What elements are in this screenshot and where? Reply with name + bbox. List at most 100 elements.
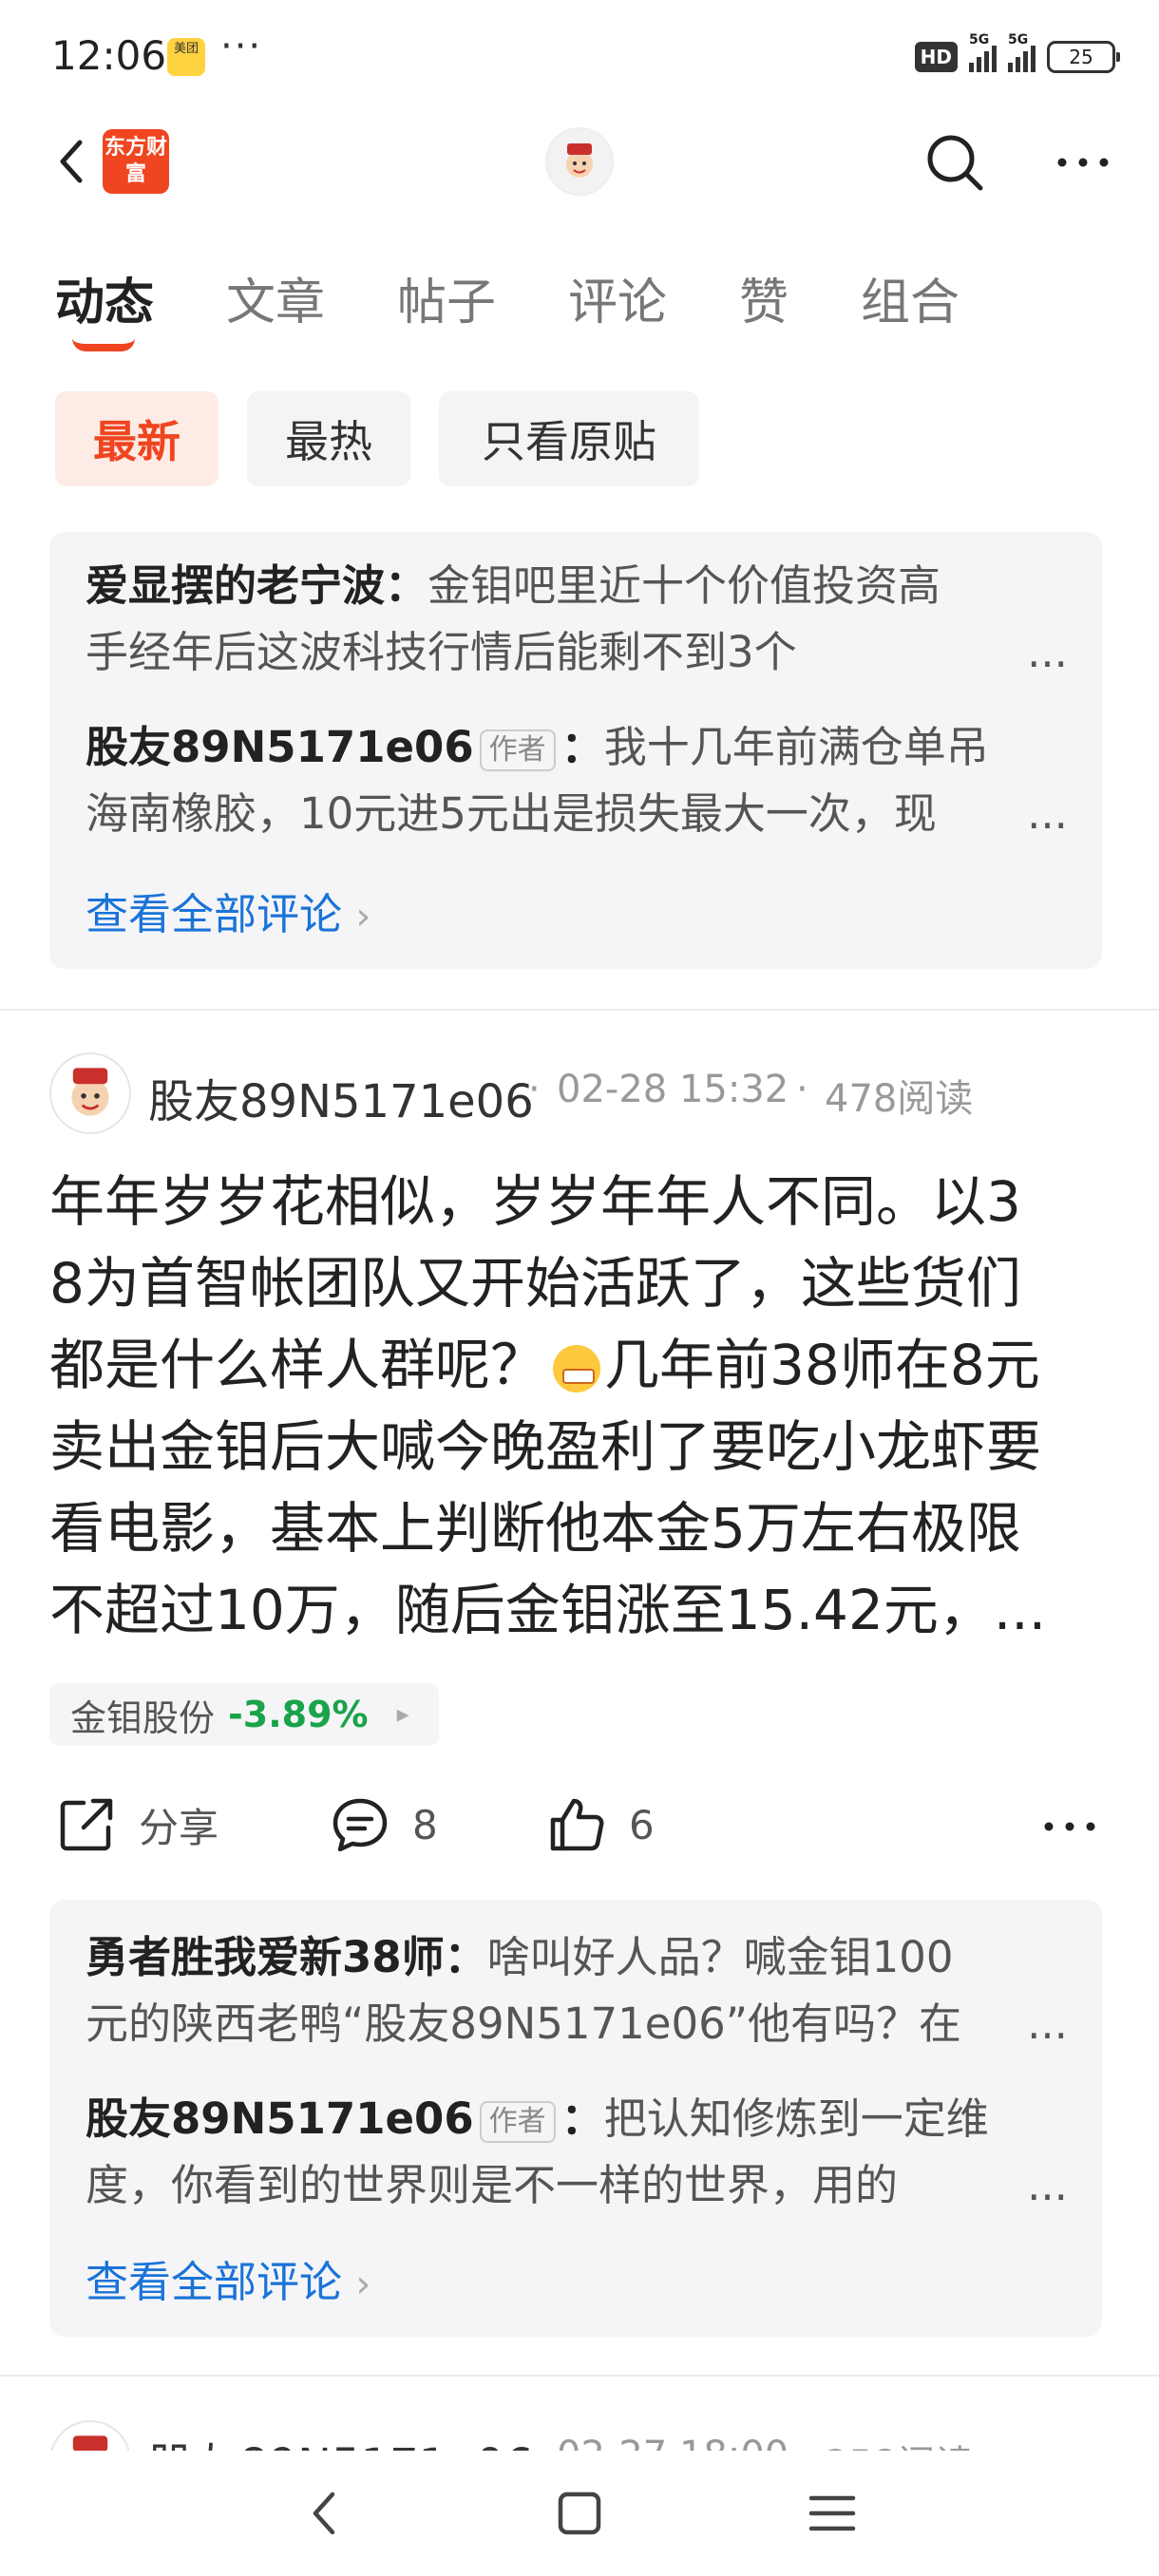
status-indicators: HD 5G 5G 25 bbox=[914, 32, 1120, 78]
user-avatar[interactable] bbox=[545, 127, 614, 196]
system-navigation-bar bbox=[0, 2451, 1159, 2576]
meta-separator: · bbox=[528, 1068, 541, 1111]
chevron-right-icon: › bbox=[355, 895, 371, 938]
comment-item-continued[interactable]: 元的陕西老鸭“股友89N5171e06”他有吗？在 ... bbox=[86, 1991, 1074, 2057]
filter-latest[interactable]: 最新 bbox=[55, 391, 218, 486]
status-bar: 12:06 美团 ··· HD 5G 5G 25 bbox=[0, 0, 1159, 114]
comment-text: 手经年后这波科技行情后能剩不到3个 bbox=[86, 627, 797, 677]
hd-voice-icon: HD bbox=[914, 42, 958, 72]
colon: ： bbox=[560, 2093, 604, 2144]
post-text: 几年前38师在8元 bbox=[604, 1333, 1040, 1397]
reply-item-continued[interactable]: 度，你看到的世界则是不一样的世界，用的 ... bbox=[86, 2152, 1074, 2219]
filter-original-only[interactable]: 只看原贴 bbox=[439, 391, 699, 486]
nav-back-icon[interactable] bbox=[296, 2485, 353, 2542]
ellipsis: ... bbox=[1027, 627, 1068, 677]
comment-bubble-icon bbox=[332, 1798, 388, 1852]
share-label: 分享 bbox=[139, 1804, 219, 1851]
post-read-count: 478阅读 bbox=[825, 1077, 974, 1121]
author-badge: 作者 bbox=[479, 729, 556, 771]
stock-name: 金钼股份 bbox=[70, 1696, 216, 1739]
commenter-name[interactable]: 勇者胜我爱新38师： bbox=[86, 1932, 487, 1982]
play-arrow-icon: ▸ bbox=[396, 1700, 409, 1729]
comment-text: 海南橡胶，10元进5元出是损失最大一次，现 bbox=[86, 788, 937, 839]
comment-count: 8 bbox=[412, 1801, 438, 1848]
caishen-avatar-icon bbox=[71, 1068, 109, 1116]
share-button[interactable]: 分享 bbox=[55, 1793, 218, 1856]
view-all-label: 查看全部评论 bbox=[86, 889, 343, 939]
comment-item-continued[interactable]: 手经年后这波科技行情后能剩不到3个 ... bbox=[86, 619, 1074, 686]
post-author-name[interactable]: 股友89N5171e06 bbox=[148, 1064, 534, 1130]
post-line: 看电影，基本上判断他本金5万左右极限 bbox=[49, 1496, 1021, 1561]
post-datetime: 02-28 15:32 bbox=[557, 1068, 789, 1111]
battery-icon: 25 bbox=[1047, 41, 1120, 73]
more-notifications-icon: ··· bbox=[220, 25, 263, 68]
commenter-name[interactable]: 爱显摆的老宁波： bbox=[86, 560, 428, 611]
comment-item[interactable]: 爱显摆的老宁波：金钼吧里近十个价值投资高 bbox=[86, 553, 1074, 619]
comment-text: 金钼吧里近十个价值投资高 bbox=[428, 560, 941, 611]
grimace-emoji-icon bbox=[553, 1344, 601, 1392]
meta-separator: · bbox=[796, 1068, 808, 1111]
caishen-avatar-icon bbox=[566, 143, 593, 178]
post-line: 不超过10万，随后金钼涨至15.42元，... bbox=[49, 1578, 1047, 1642]
thumbs-up-icon bbox=[550, 1798, 604, 1851]
tab-portfolio[interactable]: 组合 bbox=[861, 262, 960, 333]
more-options-icon[interactable] bbox=[1053, 129, 1113, 196]
colon: ： bbox=[560, 722, 604, 772]
ellipsis: ... bbox=[1027, 788, 1068, 839]
network-type-label: 5G bbox=[969, 32, 990, 47]
comment-text: 我十几年前满仓单吊 bbox=[603, 722, 989, 772]
chevron-right-icon: › bbox=[355, 2263, 371, 2306]
post-line: 年年岁岁花相似，岁岁年年人不同。以3 bbox=[49, 1169, 1021, 1234]
commenter-name[interactable]: 股友89N5171e06 bbox=[86, 2093, 474, 2144]
post-line: 卖出金钼后大喊今晚盈利了要吃小龙虾要 bbox=[49, 1414, 1042, 1479]
comment-button[interactable]: 8 bbox=[329, 1793, 438, 1856]
tab-posts[interactable]: 帖子 bbox=[397, 262, 496, 333]
reply-item[interactable]: 股友89N5171e06 作者 ：我十几年前满仓单吊 bbox=[86, 714, 1074, 781]
profile-tabs: 动态 文章 帖子 评论 赞 组合 bbox=[0, 256, 1159, 361]
stock-tag[interactable]: 金钼股份 -3.89% ▸ bbox=[49, 1683, 439, 1746]
post-text: 都是什么样人群呢？ bbox=[49, 1333, 546, 1397]
tab-likes[interactable]: 赞 bbox=[739, 262, 788, 333]
view-all-comments-link[interactable]: 查看全部评论 › bbox=[86, 880, 370, 941]
author-badge: 作者 bbox=[479, 2101, 556, 2143]
view-all-label: 查看全部评论 bbox=[86, 2257, 343, 2307]
tab-comments[interactable]: 评论 bbox=[568, 262, 667, 333]
reply-item-continued[interactable]: 海南橡胶，10元进5元出是损失最大一次，现 ... bbox=[86, 781, 1074, 847]
post-more-icon[interactable] bbox=[1039, 1803, 1100, 1850]
ellipsis: ... bbox=[1027, 2160, 1068, 2210]
tab-dynamics[interactable]: 动态 bbox=[55, 262, 154, 333]
tab-articles[interactable]: 文章 bbox=[226, 262, 325, 333]
signal-icon-2: 5G bbox=[1008, 32, 1036, 72]
meituan-notification-icon: 美团 bbox=[167, 38, 205, 76]
filter-hottest[interactable]: 最热 bbox=[247, 391, 410, 486]
eastmoney-logo[interactable]: 东方财富 bbox=[103, 129, 169, 194]
post-line: 8为首智帐团队又开始活跃了，这些货们 bbox=[49, 1251, 1021, 1316]
view-all-comments-link[interactable]: 查看全部评论 › bbox=[86, 2247, 370, 2309]
comment-item[interactable]: 勇者胜我爱新38师：啥叫好人品？喊金钼100 bbox=[86, 1924, 1074, 1991]
like-count: 6 bbox=[629, 1801, 655, 1848]
signal-icon-1: 5G bbox=[969, 32, 997, 72]
comment-text: 度，你看到的世界则是不一样的世界，用的 bbox=[86, 2160, 899, 2210]
comment-preview-box: 爱显摆的老宁波：金钼吧里近十个价值投资高 手经年后这波科技行情后能剩不到3个 .… bbox=[49, 532, 1102, 969]
post-author-avatar[interactable] bbox=[49, 1052, 131, 1134]
ellipsis: ... bbox=[1027, 1998, 1068, 2049]
post-body[interactable]: 年年岁岁花相似，岁岁年年人不同。以3 8为首智帐团队又开始活跃了，这些货们 都是… bbox=[49, 1161, 1113, 1651]
comment-text: 把认知修炼到一定维 bbox=[603, 2093, 989, 2144]
search-icon[interactable] bbox=[922, 129, 988, 196]
stock-change: -3.89% bbox=[228, 1694, 369, 1735]
network-type-label: 5G bbox=[1008, 32, 1029, 47]
like-button[interactable]: 6 bbox=[545, 1793, 655, 1856]
divider bbox=[0, 1009, 1159, 1011]
commenter-name[interactable]: 股友89N5171e06 bbox=[86, 722, 474, 772]
nav-menu-icon[interactable] bbox=[804, 2485, 861, 2542]
reply-item[interactable]: 股友89N5171e06 作者 ：把认知修炼到一定维 bbox=[86, 2086, 1074, 2152]
share-icon bbox=[60, 1798, 113, 1851]
back-arrow-icon[interactable] bbox=[48, 135, 101, 188]
divider bbox=[0, 2375, 1159, 2377]
nav-home-icon[interactable] bbox=[551, 2485, 608, 2542]
top-nav-bar: 东方财富 bbox=[0, 114, 1159, 209]
comment-text: 元的陕西老鸭“股友89N5171e06”他有吗？在 bbox=[86, 1998, 962, 2049]
comment-preview-box: 勇者胜我爱新38师：啥叫好人品？喊金钼100 元的陕西老鸭“股友89N5171e… bbox=[49, 1900, 1102, 2337]
comment-text: 啥叫好人品？喊金钼100 bbox=[486, 1932, 954, 1982]
post-line-with-emoji: 都是什么样人群呢？ 几年前38师在8元 bbox=[49, 1324, 1113, 1406]
